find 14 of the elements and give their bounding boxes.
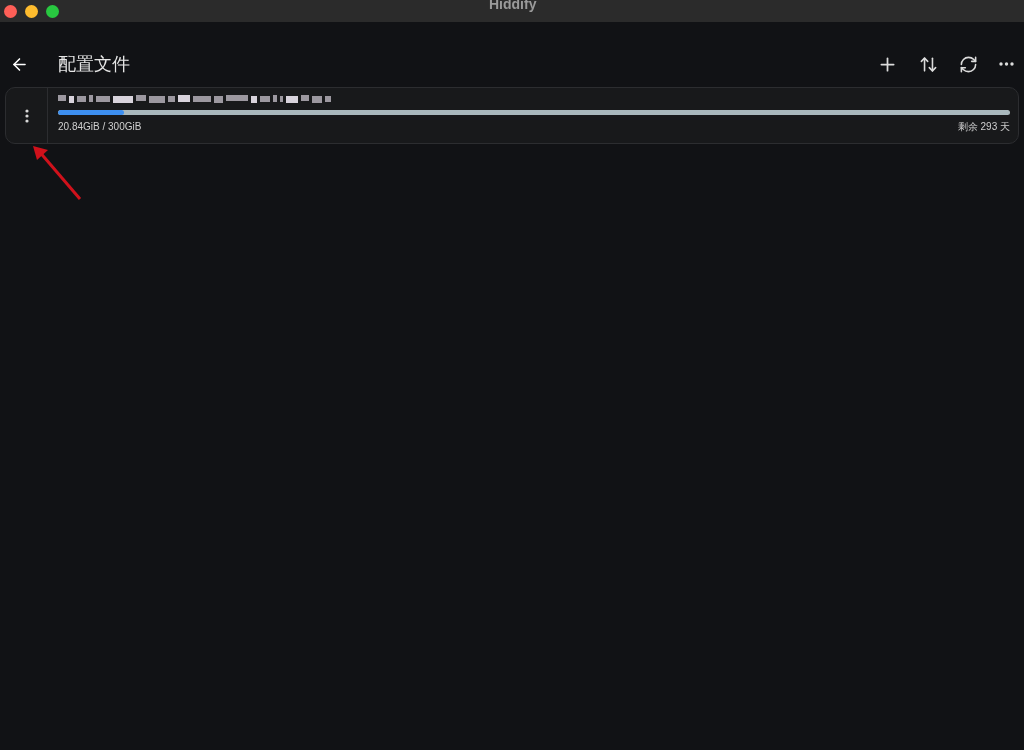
zoom-window-button[interactable] bbox=[46, 4, 59, 18]
vertical-dots-icon bbox=[24, 108, 29, 123]
more-button[interactable] bbox=[999, 62, 1014, 66]
refresh-icon bbox=[959, 54, 978, 74]
profile-card[interactable]: 20.84GiB / 300GiB 剩余 293 天 bbox=[5, 87, 1019, 144]
minimize-window-button[interactable] bbox=[25, 4, 38, 18]
horizontal-dots-icon bbox=[999, 62, 1014, 66]
usage-text: 20.84GiB / 300GiB bbox=[58, 120, 142, 134]
page-title: 配置文件 bbox=[58, 52, 130, 76]
sort-arrows-icon bbox=[919, 54, 938, 74]
refresh-button[interactable] bbox=[959, 54, 978, 74]
sort-button[interactable] bbox=[919, 54, 938, 74]
remaining-days: 剩余 293 天 bbox=[957, 119, 1010, 134]
close-window-button[interactable] bbox=[4, 4, 17, 18]
